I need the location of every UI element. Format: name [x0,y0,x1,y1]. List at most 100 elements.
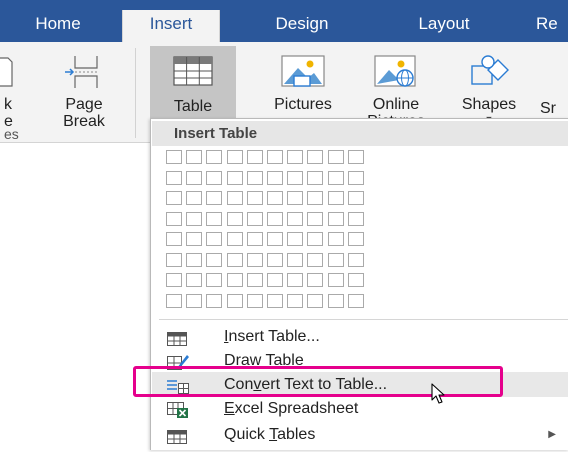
grid-cell[interactable] [246,170,263,185]
grid-cell[interactable] [246,150,263,164]
grid-cell[interactable] [347,232,364,246]
grid-cell[interactable] [347,273,364,287]
grid-cell[interactable] [166,191,182,205]
grid-cell[interactable] [226,191,243,205]
grid-cell[interactable] [186,170,203,185]
grid-cell[interactable] [186,191,203,205]
grid-cell[interactable] [206,211,223,226]
pictures-icon [281,55,325,87]
grid-cell[interactable] [166,273,182,287]
grid-cell[interactable] [186,150,203,164]
page-break-button[interactable]: Page Break [48,46,120,138]
grid-cell[interactable] [166,293,182,308]
grid-cell[interactable] [226,232,243,246]
insert-table-label: Insert Table... [224,328,320,345]
grid-cell[interactable] [307,170,324,185]
grid-cell[interactable] [327,211,344,226]
grid-cell[interactable] [267,150,283,164]
grid-cell[interactable] [327,170,344,185]
grid-cell[interactable] [226,211,243,226]
grid-cell[interactable] [347,170,364,185]
grid-cell[interactable] [347,211,364,226]
grid-cell[interactable] [186,293,203,308]
grid-cell[interactable] [186,273,203,287]
grid-cell[interactable] [287,232,304,246]
grid-cell[interactable] [307,211,324,226]
document-page[interactable] [0,143,150,449]
grid-cell[interactable] [267,252,283,267]
grid-cell[interactable] [226,273,243,287]
online-pictures-label-1: Online [372,96,420,113]
convert-text-to-table-item[interactable]: Convert Text to Table... [152,372,568,397]
grid-cell[interactable] [226,150,243,164]
grid-cell[interactable] [307,191,324,205]
grid-cell[interactable] [327,293,344,308]
grid-cell[interactable] [327,252,344,267]
grid-cell[interactable] [206,150,223,164]
tab-references[interactable]: Re [536,10,568,42]
grid-cell[interactable] [267,293,283,308]
quick-tables-item[interactable]: Quick Tables ▶ [152,422,568,447]
draw-table-item[interactable]: Draw Table [152,348,568,373]
grid-cell[interactable] [287,273,304,287]
grid-cell[interactable] [206,293,223,308]
grid-cell[interactable] [246,293,263,308]
grid-cell[interactable] [327,273,344,287]
excel-spreadsheet-item[interactable]: Excel Spreadsheet [152,396,568,421]
grid-cell[interactable] [267,170,283,185]
tab-home[interactable]: Home [18,10,98,42]
grid-cell[interactable] [166,252,182,267]
grid-cell[interactable] [267,191,283,205]
grid-cell[interactable] [206,273,223,287]
grid-cell[interactable] [287,252,304,267]
grid-cell[interactable] [226,252,243,267]
grid-cell[interactable] [226,170,243,185]
grid-cell[interactable] [347,191,364,205]
grid-cell[interactable] [327,150,344,164]
grid-cell[interactable] [347,293,364,308]
pictures-label: Pictures [274,96,332,113]
grid-cell[interactable] [206,252,223,267]
grid-cell[interactable] [246,252,263,267]
grid-cell[interactable] [206,191,223,205]
grid-cell[interactable] [246,273,263,287]
grid-cell[interactable] [287,191,304,205]
grid-cell[interactable] [246,191,263,205]
grid-cell[interactable] [166,150,182,164]
grid-cell[interactable] [287,211,304,226]
insert-table-item[interactable]: Insert Table... [152,324,568,349]
grid-cell[interactable] [287,293,304,308]
submenu-arrow-icon: ▶ [548,429,556,440]
page-break-label-1: Page [65,96,103,113]
tab-layout[interactable]: Layout [402,10,486,42]
grid-cell[interactable] [246,211,263,226]
partial-left-button[interactable]: k e [0,46,40,138]
grid-cell[interactable] [347,252,364,267]
grid-cell[interactable] [246,232,263,246]
grid-cell[interactable] [186,232,203,246]
table-size-grid[interactable] [166,150,568,316]
grid-cell[interactable] [307,150,324,164]
grid-cell[interactable] [206,232,223,246]
grid-cell[interactable] [307,252,324,267]
grid-cell[interactable] [347,150,364,164]
grid-cell[interactable] [307,293,324,308]
tab-design[interactable]: Design [260,10,344,42]
grid-cell[interactable] [287,150,304,164]
tab-insert[interactable]: Insert [122,10,220,42]
grid-cell[interactable] [327,191,344,205]
grid-cell[interactable] [267,232,283,246]
grid-cell[interactable] [267,211,283,226]
grid-cell[interactable] [287,170,304,185]
grid-cell[interactable] [166,170,182,185]
grid-cell[interactable] [267,273,283,287]
grid-cell[interactable] [307,232,324,246]
grid-cell[interactable] [206,170,223,185]
grid-cell[interactable] [327,232,344,246]
grid-cell[interactable] [166,232,182,246]
grid-cell[interactable] [186,252,203,267]
grid-cell[interactable] [226,293,243,308]
grid-cell[interactable] [186,211,203,226]
grid-cell[interactable] [307,273,324,287]
grid-cell[interactable] [166,211,182,226]
